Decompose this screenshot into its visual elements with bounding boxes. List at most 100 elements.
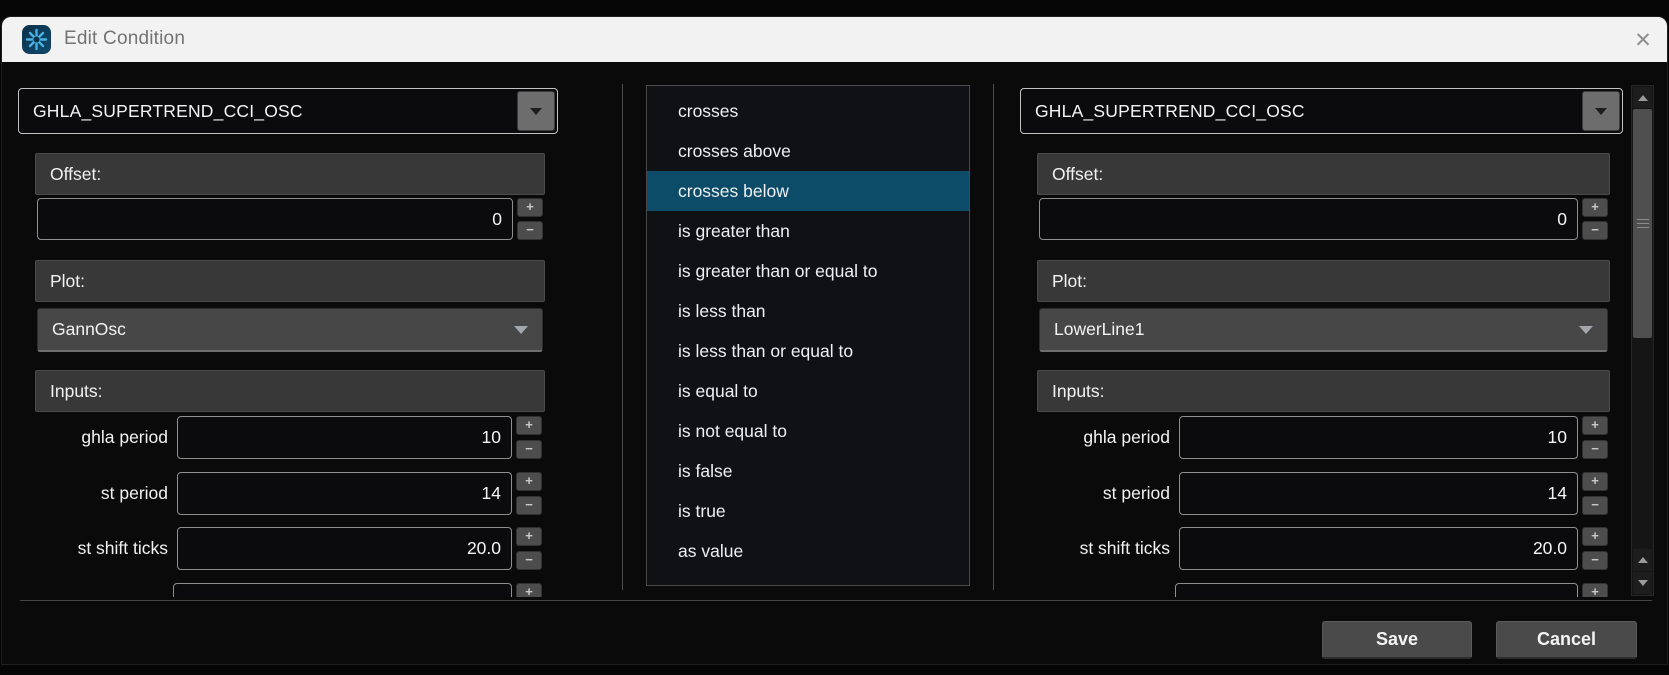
left-partial-row: + − xyxy=(173,583,542,597)
left-offset-label: Offset: xyxy=(35,153,545,195)
right-indicator-dropdown-button[interactable] xyxy=(1582,91,1620,131)
right-offset-label: Offset: xyxy=(1037,153,1610,195)
plus-icon[interactable]: + xyxy=(1582,583,1608,597)
plus-icon[interactable]: + xyxy=(1582,198,1608,217)
plus-icon[interactable]: + xyxy=(516,583,542,597)
chevron-down-icon xyxy=(530,108,542,115)
minus-icon[interactable]: − xyxy=(516,551,542,570)
right-offset-input[interactable] xyxy=(1039,198,1578,240)
right-st-period-input[interactable] xyxy=(1179,472,1578,515)
plus-icon[interactable]: + xyxy=(516,416,542,435)
right-ghla-period-spinner: + − xyxy=(1582,416,1608,459)
right-partial-row: + − xyxy=(1175,583,1608,597)
minus-icon[interactable]: − xyxy=(516,496,542,515)
operator-item[interactable]: is false xyxy=(647,451,969,491)
operator-item[interactable]: crosses above xyxy=(647,131,969,171)
right-input-row: st shift ticks + − xyxy=(1020,527,1608,570)
left-st-period-input[interactable] xyxy=(177,472,512,515)
left-partial-input[interactable] xyxy=(173,583,512,597)
minus-icon[interactable]: − xyxy=(1582,440,1608,459)
plus-icon[interactable]: + xyxy=(1582,527,1608,546)
right-plot-select[interactable]: LowerLine1 xyxy=(1039,308,1608,352)
right-indicator-value: GHLA_SUPERTREND_CCI_OSC xyxy=(1021,89,1580,133)
left-input-row: ghla period + − xyxy=(18,416,542,459)
right-inputs-label: Inputs: xyxy=(1037,370,1610,412)
operator-item[interactable]: is true xyxy=(647,491,969,531)
left-input-row: st shift ticks + − xyxy=(18,527,542,570)
plus-icon[interactable]: + xyxy=(516,527,542,546)
operator-item[interactable]: is greater than or equal to xyxy=(647,251,969,291)
minus-icon[interactable]: − xyxy=(517,221,543,240)
right-partial-row-clip: + − xyxy=(1175,583,1608,597)
right-input-row: st period + − xyxy=(1020,472,1608,515)
window-title: Edit Condition xyxy=(64,28,185,50)
operator-item[interactable]: is less than or equal to xyxy=(647,331,969,371)
plus-icon[interactable]: + xyxy=(1582,416,1608,435)
cancel-button[interactable]: Cancel xyxy=(1496,621,1637,659)
left-offset-row: + − xyxy=(37,198,543,240)
right-input-row: ghla period + − xyxy=(1020,416,1608,459)
left-input-label: st shift ticks xyxy=(18,527,177,570)
panel-divider xyxy=(622,84,623,590)
left-inputs-label: Inputs: xyxy=(35,370,545,412)
left-plot-value: GannOsc xyxy=(38,319,514,340)
right-st-shift-ticks-input[interactable] xyxy=(1179,527,1578,570)
triangle-up-icon xyxy=(1638,95,1648,101)
scroll-up-button[interactable] xyxy=(1633,87,1652,108)
right-plot-label: Plot: xyxy=(1037,260,1610,302)
left-input-label: ghla period xyxy=(18,416,177,459)
minus-icon[interactable]: − xyxy=(1582,496,1608,515)
save-button[interactable]: Save xyxy=(1322,621,1472,659)
right-partial-spinner: + − xyxy=(1582,583,1608,597)
left-ghla-period-input[interactable] xyxy=(177,416,512,459)
left-offset-input[interactable] xyxy=(37,198,513,240)
left-plot-label: Plot: xyxy=(35,260,545,302)
left-st-shift-ticks-input[interactable] xyxy=(177,527,512,570)
left-st-period-spinner: + − xyxy=(516,472,542,515)
operator-item[interactable]: as value xyxy=(647,531,969,571)
footer-divider xyxy=(20,600,1652,601)
scrollbar-thumb[interactable] xyxy=(1633,109,1652,338)
right-input-label: st shift ticks xyxy=(1020,527,1179,570)
left-indicator-select[interactable]: GHLA_SUPERTREND_CCI_OSC xyxy=(18,88,558,134)
operator-item[interactable]: is not equal to xyxy=(647,411,969,451)
operator-item[interactable]: crosses xyxy=(647,91,969,131)
operator-item[interactable]: is greater than xyxy=(647,211,969,251)
left-indicator-dropdown-button[interactable] xyxy=(517,91,555,131)
operator-item[interactable]: crosses below xyxy=(647,171,969,211)
operator-list: crosses crosses above crosses below is g… xyxy=(646,85,970,586)
right-ghla-period-input[interactable] xyxy=(1179,416,1578,459)
left-st-shift-ticks-spinner: + − xyxy=(516,527,542,570)
right-input-label: ghla period xyxy=(1020,416,1179,459)
titlebar xyxy=(2,17,1667,62)
operator-item[interactable]: is equal to xyxy=(647,371,969,411)
close-icon[interactable]: ✕ xyxy=(1628,25,1658,55)
left-plot-select[interactable]: GannOsc xyxy=(37,308,543,352)
plus-icon[interactable]: + xyxy=(1582,472,1608,491)
scrollbar-grip-icon xyxy=(1637,219,1649,229)
chevron-down-icon xyxy=(514,326,528,334)
triangle-up-icon xyxy=(1638,557,1648,563)
right-indicator-select[interactable]: GHLA_SUPERTREND_CCI_OSC xyxy=(1020,88,1623,134)
triangle-down-icon xyxy=(1638,580,1648,586)
right-offset-spinner: + − xyxy=(1582,198,1608,240)
vertical-scrollbar[interactable] xyxy=(1631,85,1654,596)
minus-icon[interactable]: − xyxy=(1582,551,1608,570)
minus-icon[interactable]: − xyxy=(516,440,542,459)
minus-icon[interactable]: − xyxy=(1582,221,1608,240)
right-offset-row: + − xyxy=(1039,198,1608,240)
plus-icon[interactable]: + xyxy=(516,472,542,491)
left-ghla-period-spinner: + − xyxy=(516,416,542,459)
right-plot-value: LowerLine1 xyxy=(1040,319,1579,340)
panel-divider xyxy=(993,84,994,590)
plus-icon[interactable]: + xyxy=(517,198,543,217)
right-partial-input[interactable] xyxy=(1175,583,1578,597)
right-st-shift-ticks-spinner: + − xyxy=(1582,527,1608,570)
left-input-row: st period + − xyxy=(18,472,542,515)
app-logo-icon xyxy=(22,25,51,54)
left-input-label: st period xyxy=(18,472,177,515)
scroll-up-button-bottom[interactable] xyxy=(1633,549,1652,571)
left-partial-row-clip: + − xyxy=(173,583,542,597)
operator-item[interactable]: is less than xyxy=(647,291,969,331)
scroll-down-button[interactable] xyxy=(1633,572,1652,594)
